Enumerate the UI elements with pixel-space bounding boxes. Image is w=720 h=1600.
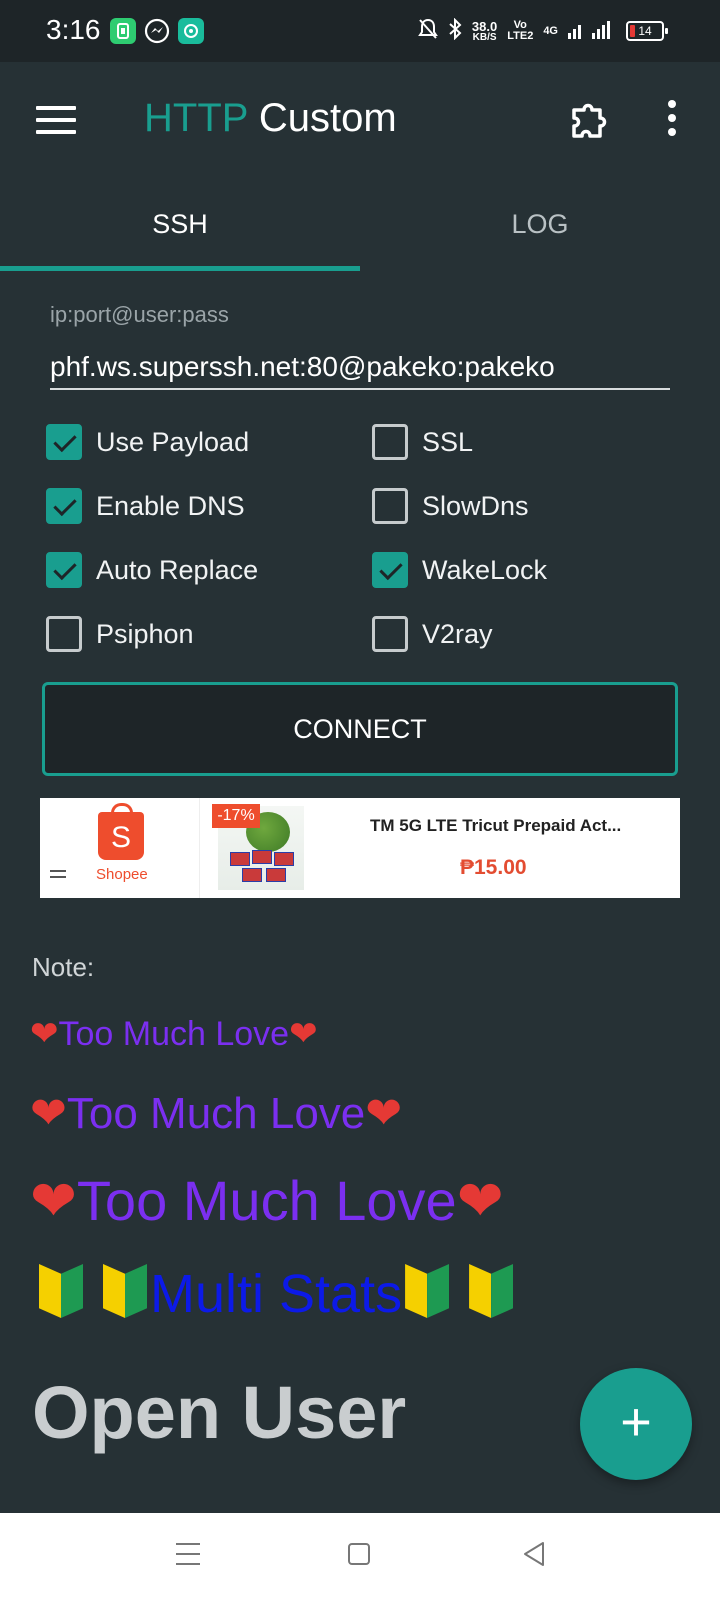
checkbox-label: Enable DNS (96, 490, 245, 521)
app-title-part2: Custom (258, 96, 397, 140)
speed-unit: KB/S (472, 31, 497, 43)
checkbox-box[interactable] (46, 552, 82, 588)
ad-banner[interactable]: S Shopee -17% TM 5G LTE Tricut Prepaid A… (40, 798, 680, 898)
ad-product-title: TM 5G LTE Tricut Prepaid Act... (370, 816, 622, 835)
note-line: ❤Too Much Love❤ (30, 1014, 318, 1054)
heart-icon: ❤ (30, 1089, 67, 1138)
checkbox-box[interactable] (372, 488, 408, 524)
tab-ssh[interactable]: SSH (0, 180, 360, 272)
note-open-user: Open User (32, 1371, 407, 1454)
checkbox-label: WakeLock (422, 554, 548, 585)
app-icon (178, 18, 204, 44)
checkbox-psiphon[interactable]: Psiphon (46, 614, 194, 654)
shopee-logo: S Shopee (40, 798, 200, 898)
ad-menu-icon[interactable] (50, 870, 66, 882)
checkbox-box[interactable] (372, 424, 408, 460)
note-text: Too Much Love (66, 1089, 366, 1138)
menu-icon[interactable] (36, 106, 76, 136)
note-text: Multi Stats (150, 1264, 403, 1324)
volte-indicator: Vo LTE2 (507, 20, 533, 42)
checkbox-label: Use Payload (96, 426, 250, 457)
checkbox-slowdns[interactable]: SlowDns (372, 486, 529, 526)
network-speed: 38.0 KB/S (472, 20, 497, 43)
app-title-part1: HTTP (144, 96, 248, 140)
messenger-icon (144, 18, 170, 44)
tab-log[interactable]: LOG (360, 180, 720, 272)
shopee-bag-icon: S (98, 803, 144, 860)
beginner-icon (402, 1262, 452, 1320)
checkbox-box[interactable] (372, 616, 408, 652)
back-icon[interactable] (522, 1541, 546, 1567)
shopee-brand: Shopee (96, 866, 148, 883)
signal-icon (568, 19, 612, 44)
mute-bell-icon (418, 18, 438, 45)
checkbox-label: Psiphon (96, 618, 194, 649)
puzzle-icon[interactable] (568, 98, 612, 142)
checkbox-box[interactable] (46, 616, 82, 652)
ssh-field-label: ip:port@user:pass (50, 302, 229, 327)
beginner-icon (466, 1262, 516, 1320)
heart-icon: ❤ (30, 1015, 59, 1053)
checkbox-use-payload[interactable]: Use Payload (46, 422, 249, 462)
note-line: ❤Too Much Love❤ (30, 1168, 504, 1234)
checkbox-label: Auto Replace (96, 554, 259, 585)
battery-level: 14 (638, 24, 652, 38)
heart-icon: ❤ (30, 1169, 77, 1232)
status-bar: 3:16 38.0 KB/S Vo LTE2 4G 14 (0, 0, 720, 62)
checkbox-label: SSL (422, 426, 474, 457)
checkbox-ssl[interactable]: SSL (372, 422, 473, 462)
connect-button[interactable]: CONNECT (42, 682, 678, 776)
speed-value: 38.0 (471, 18, 498, 34)
heart-icon: ❤ (456, 1169, 504, 1232)
checkbox-box[interactable] (46, 424, 82, 460)
checkbox-box[interactable] (46, 488, 82, 524)
tab-bar: SSH LOG (0, 180, 720, 272)
checkbox-label: V2ray (422, 618, 493, 649)
ssh-account-input[interactable] (50, 346, 670, 390)
status-time: 3:16 (46, 14, 101, 45)
note-label: Note: (32, 952, 95, 982)
checkbox-v2ray[interactable]: V2ray (372, 614, 493, 654)
more-vert-icon[interactable] (666, 100, 678, 142)
heart-icon: ❤ (289, 1015, 318, 1053)
note-text: Too Much Love (76, 1169, 457, 1232)
note-line: Multi Stats (36, 1262, 516, 1325)
system-nav-bar (0, 1513, 720, 1600)
note-text: Too Much Love (58, 1015, 290, 1053)
bluetooth-icon (448, 17, 462, 45)
checkbox-label: SlowDns (422, 490, 529, 521)
checkbox-auto-replace[interactable]: Auto Replace (46, 550, 258, 590)
heart-icon: ❤ (365, 1089, 403, 1138)
app-title: HTTP Custom (144, 96, 397, 141)
battery-icon: 14 (626, 21, 668, 41)
checkbox-enable-dns[interactable]: Enable DNS (46, 486, 245, 526)
network-type: 4G (543, 24, 558, 37)
checkbox-wakelock[interactable]: WakeLock (372, 550, 547, 590)
beginner-icon (100, 1262, 150, 1320)
app-bar: HTTP Custom (0, 62, 720, 180)
home-icon[interactable] (348, 1543, 370, 1565)
checkbox-box[interactable] (372, 552, 408, 588)
volte-bottom: LTE2 (507, 30, 534, 42)
note-line: ❤Too Much Love❤ (30, 1088, 402, 1139)
recent-apps-icon[interactable] (176, 1543, 200, 1573)
ad-product-price: ₱15.00 (460, 856, 527, 879)
app-notification-icon (110, 18, 136, 44)
add-fab-button[interactable]: + (580, 1368, 692, 1480)
ad-discount-badge: -17% (212, 804, 260, 828)
beginner-icon (36, 1262, 86, 1320)
